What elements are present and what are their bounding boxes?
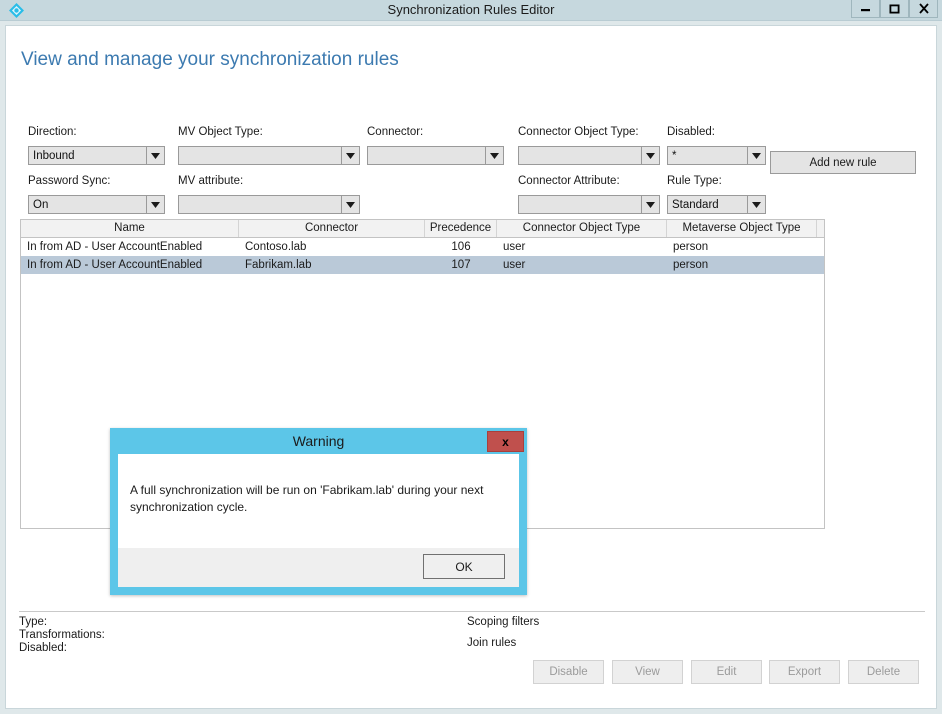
filter-select-connector[interactable]: [367, 146, 504, 165]
filter-select-mv-attribute[interactable]: [178, 195, 360, 214]
warning-dialog-title: Warning: [292, 433, 345, 449]
view-button[interactable]: View: [612, 660, 683, 684]
chevron-down-icon[interactable]: [747, 147, 765, 164]
rule-connector: Contoso.lab: [245, 241, 307, 253]
client-area: View and manage your synchronization rul…: [5, 25, 937, 709]
application-window: Synchronization Rules Editor View and ma…: [0, 0, 942, 714]
chevron-down-icon[interactable]: [341, 196, 359, 213]
warning-dialog-footer: OK: [118, 548, 519, 587]
disable-button[interactable]: Disable: [533, 660, 604, 684]
filter-select-direction[interactable]: Inbound: [28, 146, 165, 165]
edit-button[interactable]: Edit: [691, 660, 762, 684]
grid-column-header-filler: [817, 220, 824, 237]
filter-value-disabled: *: [672, 149, 677, 162]
rule-connector-object-type: user: [503, 259, 526, 271]
filter-label-direction: Direction:: [28, 126, 77, 138]
filter-label-password-sync: Password Sync:: [28, 175, 111, 187]
filter-value-direction: Inbound: [33, 149, 75, 162]
filter-label-mv-attribute: MV attribute:: [178, 175, 244, 187]
filter-select-disabled[interactable]: *: [667, 146, 766, 165]
filter-label-mv-object-type: MV Object Type:: [178, 126, 263, 138]
warning-dialog-body: A full synchronization will be run on 'F…: [118, 454, 519, 548]
chevron-down-icon[interactable]: [146, 196, 164, 213]
detail-label-transformations: Transformations:: [19, 629, 105, 641]
filter-label-connector-attribute: Connector Attribute:: [518, 175, 620, 187]
table-row[interactable]: In from AD - User AccountEnabled Fabrikam…: [21, 256, 824, 274]
window-title: Synchronization Rules Editor: [387, 2, 555, 17]
chevron-down-icon[interactable]: [747, 196, 765, 213]
filter-select-rule-type[interactable]: Standard: [667, 195, 766, 214]
window-controls: [851, 0, 938, 18]
grid-column-header[interactable]: Connector: [239, 220, 425, 237]
filter-select-mv-object-type[interactable]: [178, 146, 360, 165]
rule-metaverse-object-type: person: [673, 259, 709, 271]
add-new-rule-button[interactable]: Add new rule: [770, 151, 916, 174]
warning-dialog-close-button[interactable]: x: [487, 431, 524, 452]
filter-label-rule-type: Rule Type:: [667, 175, 722, 187]
delete-button[interactable]: Delete: [848, 660, 919, 684]
filter-select-connector-attribute[interactable]: [518, 195, 660, 214]
rule-metaverse-object-type: person: [673, 241, 709, 253]
chevron-down-icon[interactable]: [341, 147, 359, 164]
export-button[interactable]: Export: [769, 660, 840, 684]
chevron-down-icon[interactable]: [641, 196, 659, 213]
chevron-down-icon[interactable]: [146, 147, 164, 164]
rules-grid-body: In from AD - User AccountEnabled Contoso.…: [21, 238, 824, 274]
filter-value-password-sync: On: [33, 198, 49, 211]
details-divider: [19, 611, 925, 612]
warning-dialog: Warning x A full synchronization will be…: [110, 428, 527, 595]
filter-label-disabled: Disabled:: [667, 126, 715, 138]
table-row[interactable]: In from AD - User AccountEnabled Contoso.…: [21, 238, 824, 256]
detail-label-type: Type:: [19, 616, 48, 628]
rules-grid-header: Name Connector Precedence Connector Object …: [21, 220, 824, 238]
filter-select-password-sync[interactable]: On: [28, 195, 165, 214]
rule-connector: Fabrikam.lab: [245, 259, 312, 271]
detail-label-scoping-filters: Scoping filters: [467, 616, 540, 628]
rule-precedence: 107: [451, 259, 471, 271]
grid-column-header[interactable]: Connector Object Type: [497, 220, 667, 237]
grid-column-header[interactable]: Metaverse Object Type: [667, 220, 817, 237]
chevron-down-icon[interactable]: [485, 147, 503, 164]
maximize-button[interactable]: [880, 0, 909, 18]
detail-label-join-rules: Join rules: [467, 637, 517, 649]
filter-label-connector-object-type: Connector Object Type:: [518, 126, 639, 138]
rule-name: In from AD - User AccountEnabled: [27, 259, 203, 271]
window-titlebar: Synchronization Rules Editor: [0, 0, 942, 21]
filter-label-connector: Connector:: [367, 126, 424, 138]
warning-dialog-ok-button[interactable]: OK: [423, 554, 505, 579]
chevron-down-icon[interactable]: [641, 147, 659, 164]
detail-label-disabled: Disabled:: [19, 642, 67, 654]
warning-dialog-message: A full synchronization will be run on 'F…: [130, 483, 484, 514]
rule-name: In from AD - User AccountEnabled: [27, 241, 203, 253]
close-button[interactable]: [909, 0, 938, 18]
page-title: View and manage your synchronization rul…: [21, 49, 399, 70]
rule-precedence: 106: [451, 241, 471, 253]
grid-column-header[interactable]: Precedence: [425, 220, 497, 237]
rule-connector-object-type: user: [503, 241, 526, 253]
minimize-button[interactable]: [851, 0, 880, 18]
filter-select-connector-object-type[interactable]: [518, 146, 660, 165]
grid-column-header[interactable]: Name: [21, 220, 239, 237]
filter-value-rule-type: Standard: [672, 198, 719, 211]
